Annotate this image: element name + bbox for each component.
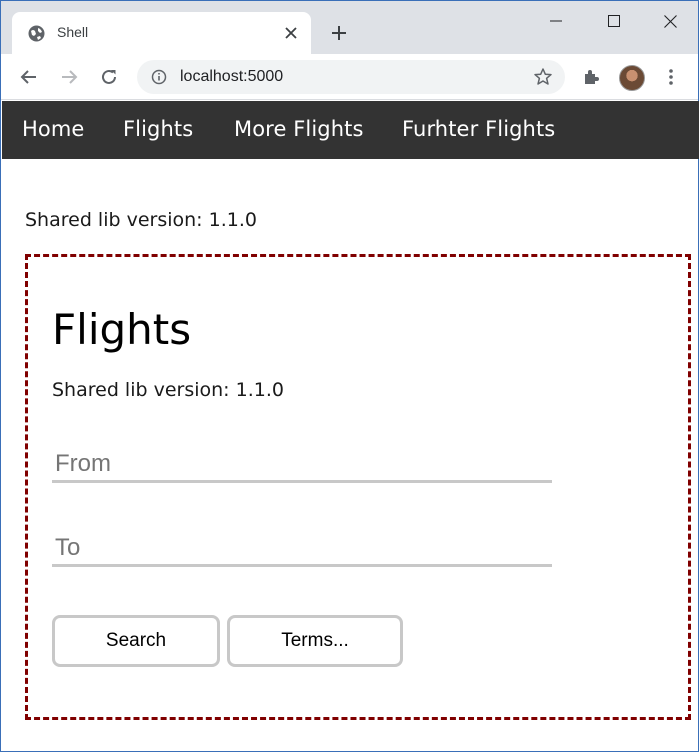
tab-strip: Shell bbox=[1, 1, 698, 54]
page-title: Flights bbox=[52, 305, 192, 354]
forward-icon[interactable] bbox=[55, 63, 83, 91]
to-input[interactable] bbox=[52, 531, 552, 567]
profile-avatar[interactable] bbox=[619, 65, 645, 91]
tab-title: Shell bbox=[57, 24, 89, 40]
mf-version-text: Shared lib version: 1.1.0 bbox=[52, 379, 284, 401]
new-tab-icon[interactable] bbox=[327, 21, 351, 45]
nav-item-home[interactable]: Home bbox=[22, 117, 84, 141]
site-info-icon[interactable] bbox=[151, 69, 167, 85]
flights-microfrontend: Flights Shared lib version: 1.1.0 Search… bbox=[25, 254, 691, 720]
close-tab-icon[interactable] bbox=[281, 23, 301, 43]
url-text: localhost:5000 bbox=[180, 68, 284, 85]
minimize-icon[interactable] bbox=[533, 7, 579, 35]
reload-icon[interactable] bbox=[95, 63, 123, 91]
app-navbar: Home Flights More Flights Furhter Flight… bbox=[2, 101, 699, 159]
nav-item-more-flights[interactable]: More Flights bbox=[234, 117, 364, 141]
bookmark-star-icon[interactable] bbox=[533, 67, 553, 87]
more-menu-icon[interactable] bbox=[657, 63, 685, 91]
back-icon[interactable] bbox=[15, 63, 43, 91]
address-bar[interactable]: localhost:5000 bbox=[137, 60, 565, 94]
globe-icon bbox=[28, 25, 45, 42]
search-button[interactable]: Search bbox=[52, 615, 220, 667]
shell-version-text: Shared lib version: 1.1.0 bbox=[25, 209, 257, 231]
tab-shell[interactable]: Shell bbox=[12, 12, 311, 54]
nav-item-flights[interactable]: Flights bbox=[123, 117, 193, 141]
nav-item-further-flights[interactable]: Furhter Flights bbox=[402, 117, 555, 141]
close-window-icon[interactable] bbox=[647, 7, 693, 35]
browser-window: Shell localhost:5000 Home Flights More F… bbox=[0, 0, 699, 752]
browser-toolbar: localhost:5000 bbox=[1, 54, 698, 100]
terms-button[interactable]: Terms... bbox=[227, 615, 403, 667]
from-input[interactable] bbox=[52, 447, 552, 483]
extensions-icon[interactable] bbox=[577, 63, 605, 91]
maximize-icon[interactable] bbox=[591, 7, 637, 35]
